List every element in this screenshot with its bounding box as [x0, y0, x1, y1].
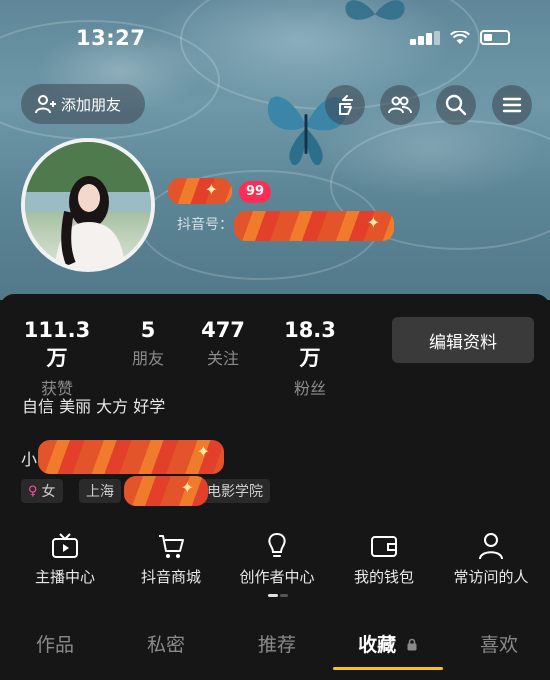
status-time: 13:27 [76, 26, 146, 50]
cart-icon [159, 535, 184, 558]
secondary-bio-prefix: 小 [21, 450, 38, 469]
friends-button[interactable] [380, 85, 420, 125]
redacted-tag [124, 476, 208, 506]
avatar[interactable] [21, 138, 155, 272]
tab-likes[interactable]: 喜欢 [444, 630, 550, 657]
search-icon [445, 94, 467, 116]
hand-pointer-icon [339, 95, 353, 115]
female-icon: ♀ [28, 483, 38, 499]
avatar-photo [25, 142, 151, 268]
lock-icon [407, 638, 417, 651]
redacted-bio [38, 440, 224, 474]
wallet-icon [371, 536, 397, 557]
profile-stats: 111.3万 获赞 5 朋友 477 关注 18.3万 粉丝 [0, 318, 380, 398]
redacted-username [168, 178, 232, 204]
add-friend-label: 添加朋友 [61, 95, 122, 114]
stat-friends[interactable]: 5 朋友 [126, 318, 170, 369]
shortcut-douyin-mall[interactable]: 抖音商城 [116, 530, 226, 587]
active-tab-indicator [333, 667, 443, 670]
battery-icon [480, 30, 510, 45]
edit-profile-button[interactable]: 编辑资料 [392, 317, 534, 363]
person-icon [479, 533, 503, 560]
gender-tag: ♀ 女 [21, 479, 63, 503]
menu-button[interactable] [492, 85, 532, 125]
add-friend-button[interactable]: 添加朋友 [21, 84, 145, 124]
redacted-douyin-id [234, 211, 394, 241]
stat-followers[interactable]: 18.3万 粉丝 [276, 318, 344, 399]
shortcut-live-center[interactable]: 主播中心 [10, 530, 120, 587]
school-tag: 电影学院 [200, 479, 270, 503]
tab-favorites[interactable]: 收藏 [333, 630, 443, 657]
menu-icon [502, 97, 522, 113]
search-button[interactable] [436, 85, 476, 125]
shortcut-page-indicator [268, 594, 288, 597]
profile-bio: 自信 美丽 大方 好学 [22, 397, 166, 416]
tv-icon [52, 533, 78, 558]
bulb-icon [268, 532, 286, 557]
stat-likes[interactable]: 111.3万 获赞 [20, 318, 94, 399]
wifi-icon [450, 30, 470, 44]
signal-icon [410, 30, 440, 45]
tab-works[interactable]: 作品 [0, 630, 110, 657]
shortcut-wallet[interactable]: 我的钱包 [329, 530, 439, 587]
content-tabs: 作品 私密 推荐 收藏 喜欢 [0, 630, 550, 680]
notification-badge: 99 [239, 181, 272, 203]
status-icons [410, 30, 510, 45]
secondary-bio: 小 [21, 446, 37, 470]
shortcut-creator-center[interactable]: 创作者中心 [222, 530, 332, 587]
butterfly-decoration [345, 0, 405, 20]
visitor-button[interactable] [325, 85, 365, 125]
stat-following[interactable]: 477 关注 [197, 318, 249, 369]
douyin-id-label: 抖音号： [177, 217, 233, 233]
tab-private[interactable]: 私密 [111, 630, 221, 657]
shortcut-frequent-visitors[interactable]: 常访问的人 [436, 530, 546, 587]
group-icon [388, 96, 412, 114]
city-tag: 上海 [79, 479, 121, 503]
add-person-icon [35, 95, 56, 114]
tab-recommended[interactable]: 推荐 [222, 630, 332, 657]
